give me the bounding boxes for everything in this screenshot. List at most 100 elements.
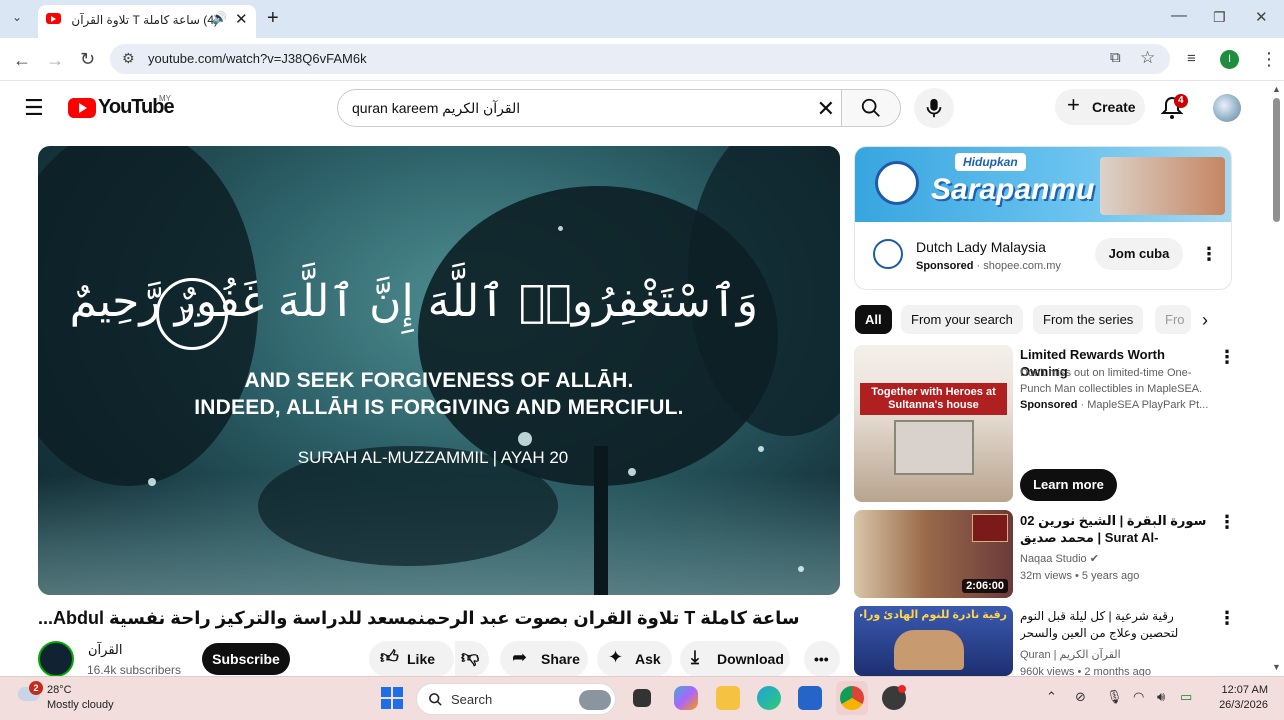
app-notification-dot-icon	[898, 685, 906, 693]
edge-browser-icon[interactable]	[757, 686, 781, 710]
related-video-thumbnail[interactable]: 2:06:00	[854, 510, 1013, 598]
browser-menu-icon[interactable]: ⋮	[1260, 50, 1278, 68]
tab-list-chevron-icon[interactable]: ⌄	[12, 11, 22, 23]
notifications-button[interactable]: 4	[1160, 94, 1188, 120]
video-tree-trunk	[594, 446, 608, 595]
window-close-icon[interactable]: ✕	[1255, 10, 1268, 25]
more-actions-button[interactable]: •••	[804, 641, 840, 677]
related-more-icon[interactable]: ⋮	[1218, 609, 1236, 627]
related-title[interactable]: 02 سورة البقرة | الشيخ نورين محمد صديق |…	[1020, 512, 1210, 546]
clear-search-icon[interactable]: ✕	[817, 96, 835, 122]
sponsored-label: Sponsored	[1020, 399, 1078, 411]
video-player[interactable]: ٢٠ وَٱسْتَغْفِرُوا۟ ٱللَّهَ إِنَّ ٱللَّه…	[38, 146, 840, 595]
related-channel: Naqaa Studio ✔	[1020, 552, 1210, 565]
channel-avatar[interactable]	[38, 641, 74, 677]
media-control-icon[interactable]: ≡	[1187, 51, 1196, 66]
related-more-icon[interactable]: ⋮	[1218, 513, 1236, 531]
channel-name[interactable]: القرآن	[88, 642, 122, 658]
channel-watermark-icon	[972, 514, 1008, 542]
related-channel: Quran | القرآن الكريم	[1020, 649, 1121, 661]
show-hidden-icons-icon[interactable]: ⌃	[1046, 690, 1057, 703]
chip-from-the-series[interactable]: From the series	[1033, 305, 1144, 334]
clock-date[interactable]: 26/3/2026	[1210, 699, 1268, 711]
start-tile	[393, 687, 403, 697]
chip-from-truncated[interactable]: Fro	[1155, 305, 1191, 334]
scroll-up-icon[interactable]: ▲	[1272, 85, 1281, 94]
microphone-tray-icon[interactable]: 🎙︎	[1106, 690, 1123, 703]
related-sponsor-line: Sponsored · MapleSEA PlayPark Pt...	[1020, 399, 1209, 411]
voice-search-button[interactable]	[914, 88, 954, 128]
back-icon[interactable]: ←	[13, 51, 31, 69]
wifi-icon[interactable]: ◠	[1133, 690, 1144, 703]
scrollbar-thumb[interactable]	[1273, 98, 1280, 222]
download-icon: ⤓	[691, 647, 699, 667]
ask-button[interactable]: ✦ Ask	[597, 641, 672, 677]
tab-close-icon[interactable]: ✕	[235, 12, 248, 27]
sponsored-video-thumbnail[interactable]: Together with Heroes at Sultanna's house	[854, 345, 1013, 502]
network-off-icon[interactable]: ⊘	[1075, 690, 1086, 703]
chip-all[interactable]: All	[855, 305, 892, 334]
store-icon[interactable]	[798, 686, 822, 710]
task-view-icon[interactable]	[633, 689, 651, 707]
windows-start-icon[interactable]	[381, 687, 403, 709]
restore-icon[interactable]: ❐	[1213, 10, 1226, 24]
site-info-icon[interactable]: ⚙	[122, 51, 135, 65]
browser-tab[interactable]: (4) ساعة كاملة T تلاوة القرآن 🔊 ✕	[38, 5, 256, 38]
sponsored-label: Sponsored	[916, 260, 974, 272]
create-label: Create	[1092, 99, 1136, 115]
volume-icon[interactable]: 🔊︎	[1157, 690, 1165, 703]
thumbnail-scene	[894, 630, 964, 670]
bookmark-star-icon[interactable]: ☆	[1140, 49, 1155, 66]
subscribe-button[interactable]: Subscribe	[202, 643, 290, 675]
thumbs-down-icon: 👎︎	[461, 647, 480, 667]
download-button[interactable]: ⤓ Download	[680, 641, 790, 677]
ad-banner[interactable]: Hidupkan Sarapanmu	[855, 147, 1231, 222]
share-arrow-icon: ➦	[512, 647, 528, 667]
translation-line-1: AND SEEK FORGIVENESS OF ALLĀH.	[244, 369, 634, 392]
learn-more-button[interactable]: Learn more	[1020, 469, 1117, 501]
related-title[interactable]: رقية شرعية | كل ليلة قبل النوم لتحصين وع…	[1020, 608, 1210, 642]
share-button[interactable]: ➦ Share	[500, 641, 588, 677]
taskbar-search[interactable]: Search	[416, 683, 616, 715]
reload-icon[interactable]: ↻	[80, 50, 95, 68]
battery-icon[interactable]: ▭	[1180, 690, 1192, 703]
advertiser-logo-icon	[873, 239, 903, 269]
youtube-logo-icon[interactable]	[68, 98, 96, 118]
hamburger-menu-icon[interactable]: ☰	[24, 97, 44, 119]
new-tab-button[interactable]: +	[267, 8, 279, 28]
related-advertiser: MapleSEA PlayPark Pt...	[1087, 399, 1209, 411]
ad-more-icon[interactable]: ⋮	[1200, 245, 1218, 263]
profile-avatar-icon[interactable]: I	[1220, 50, 1239, 69]
clock-time[interactable]: 12:07 AM	[1210, 684, 1268, 696]
ad-cta-button[interactable]: Jom cuba	[1095, 238, 1183, 270]
copilot-icon[interactable]	[674, 686, 698, 710]
chevron-right-icon[interactable]: ›	[1202, 311, 1208, 329]
address-bar[interactable]: ⚙ youtube.com/watch?v=J38Q6vFAM6k ⧉ ☆	[110, 44, 1170, 74]
sponsored-ad-card[interactable]: Hidupkan Sarapanmu Dutch Lady Malaysia S…	[854, 146, 1232, 290]
related-video-thumbnail[interactable]: رقية نادرة للنوم الهادئ وراحة البال	[854, 606, 1013, 676]
minimize-icon[interactable]: —	[1171, 8, 1187, 24]
dislike-button[interactable]: 👎︎	[455, 641, 489, 677]
account-avatar[interactable]	[1213, 94, 1241, 122]
url-text: youtube.com/watch?v=J38Q6vFAM6k	[148, 51, 367, 66]
audio-playing-icon[interactable]: 🔊	[212, 12, 227, 24]
share-label: Share	[541, 651, 580, 667]
search-input[interactable]: quran kareem القرآن الكريم ✕	[337, 89, 841, 127]
like-button[interactable]: 👍︎ Like	[369, 641, 454, 677]
scroll-down-icon[interactable]: ▼	[1272, 663, 1281, 672]
weather-condition[interactable]: Mostly cloudy	[47, 699, 114, 711]
forward-icon[interactable]: →	[46, 51, 64, 69]
related-more-icon[interactable]: ⋮	[1218, 348, 1236, 366]
chip-from-your-search[interactable]: From your search	[901, 305, 1023, 334]
related-meta: 32m views • 5 years ago	[1020, 570, 1140, 582]
temperature[interactable]: 28°C	[47, 684, 72, 696]
create-button[interactable]: + Create	[1055, 89, 1145, 125]
surah-reference: SURAH AL-MUZZAMMIL | AYAH 20	[297, 448, 569, 467]
install-app-icon[interactable]: ⧉	[1110, 50, 1121, 65]
file-explorer-icon[interactable]	[716, 686, 740, 710]
search-button[interactable]	[841, 89, 901, 127]
thumbs-up-icon: 👍︎	[380, 647, 399, 667]
thumbnail-banner-text: رقية نادرة للنوم الهادئ وراحة البال	[860, 609, 1007, 621]
chrome-icon[interactable]	[840, 686, 864, 710]
start-tile	[381, 699, 391, 709]
